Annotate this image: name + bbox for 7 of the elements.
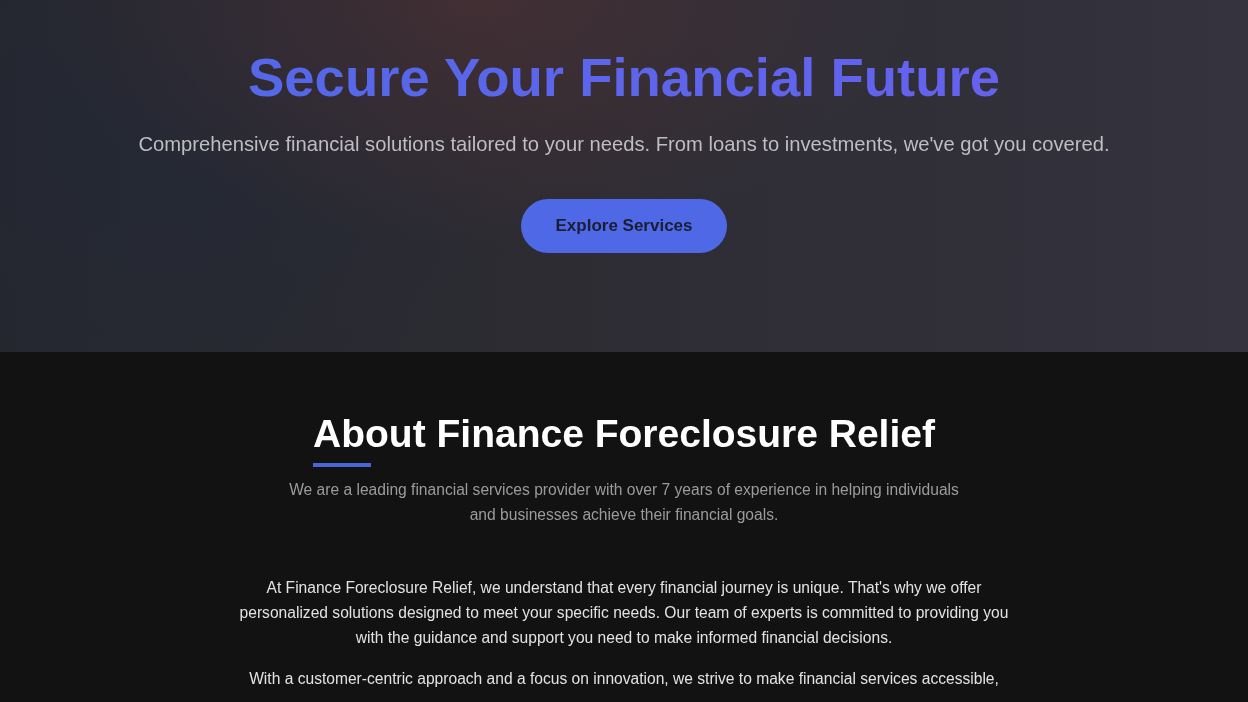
intro-text: We are a leading financial services provider with over 7 years of experience in helping individuals and businesses achieve their financial goals. (288, 480, 960, 525)
hero-subtitle: Comprehensive financial solutions tailored to your needs. From loans to investments, we've got you covered. (138, 132, 1110, 157)
section-heading: About Finance Foreclosure Relief (313, 411, 935, 457)
accent-bar (313, 463, 371, 467)
explore-services-button[interactable]: Explore Services (521, 199, 727, 253)
body-paragraph: At Finance Foreclosure Relief, we understand that every financial journey is unique. That's why we offer personalized solutions designed to meet your specific needs. Our team of experts is committed to providing you with the guidance and support you need to make informed financial decisions. (238, 578, 1010, 648)
body-paragraph: With a customer-centric approach and a focus on innovation, we strive to make financial services accessible, (248, 669, 1000, 689)
